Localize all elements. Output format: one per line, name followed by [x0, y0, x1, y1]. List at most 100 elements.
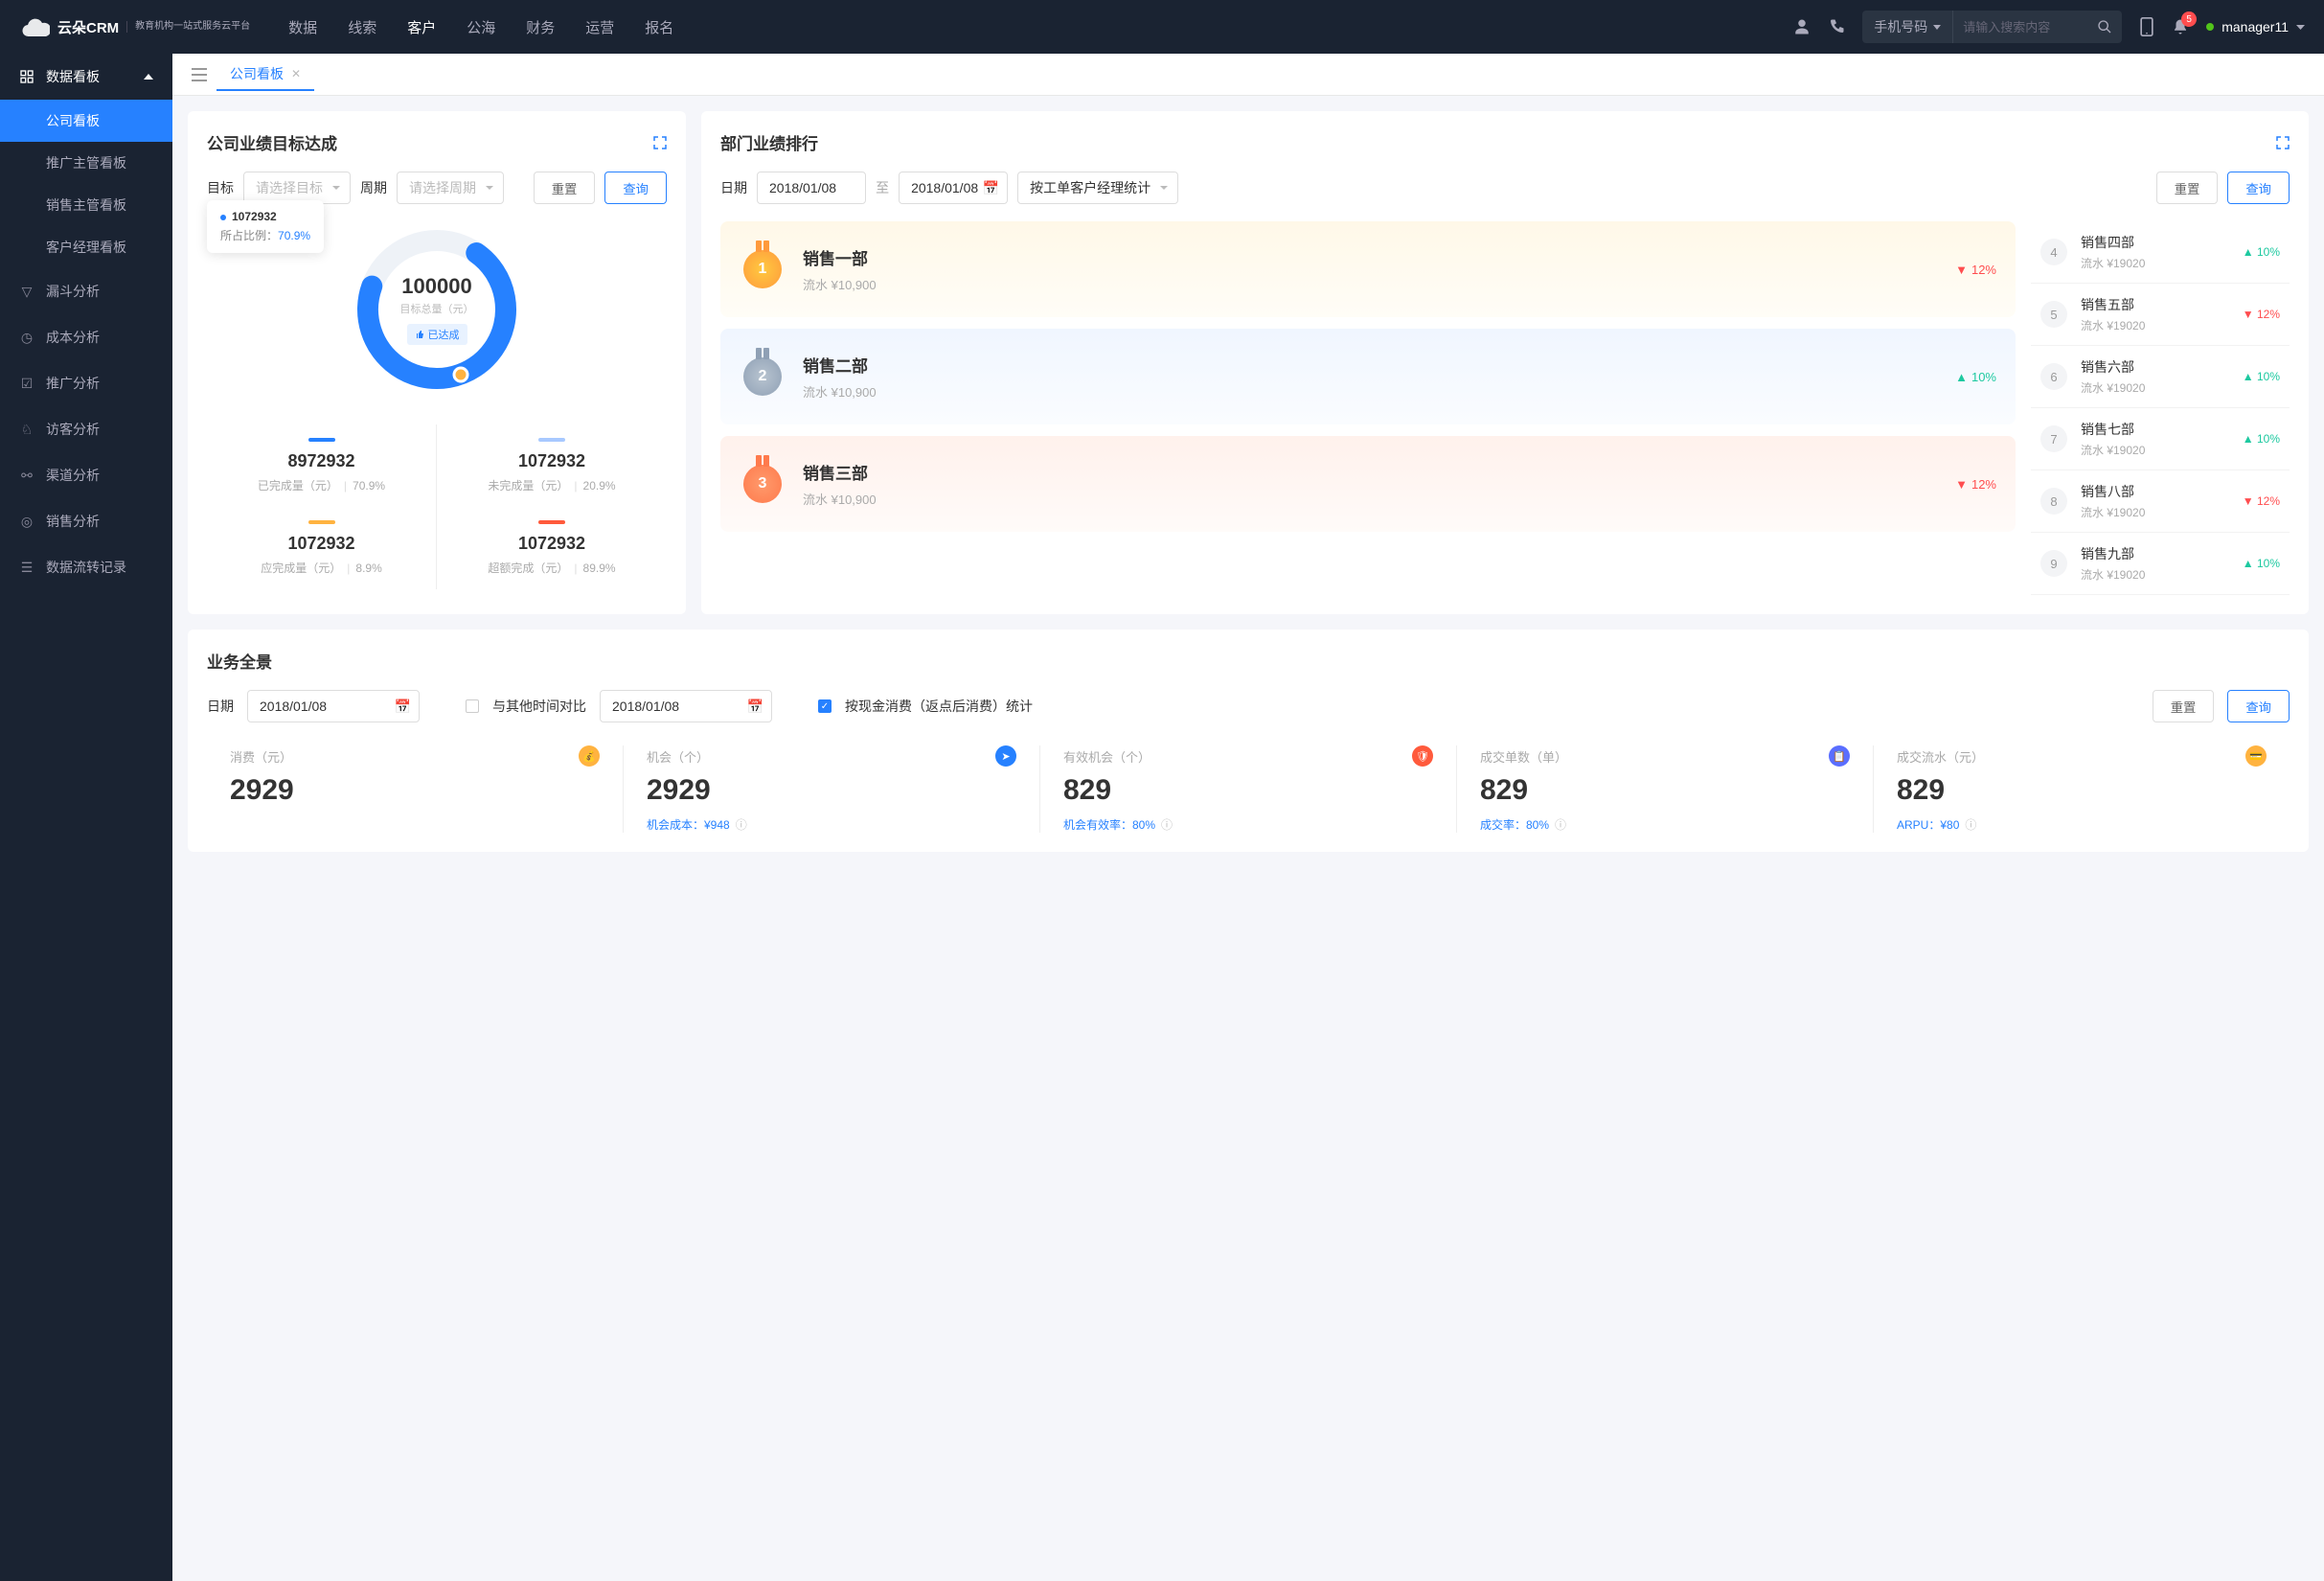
sidebar-item[interactable]: ♘访客分析 [0, 406, 172, 452]
target-select[interactable]: 请选择目标 [243, 172, 351, 204]
mode-select[interactable]: 按工单客户经理统计 [1017, 172, 1178, 204]
overview-card: 业务全景 日期 2018/01/08📅 与其他时间对比 2018/01/08📅 … [188, 630, 2309, 852]
notification-bell[interactable]: 5 [2172, 17, 2189, 36]
expand-icon[interactable] [653, 136, 667, 149]
date-label: 日期 [720, 178, 747, 197]
chevron-down-icon [2296, 25, 2305, 30]
tabbar: 公司看板 ✕ [172, 54, 2324, 96]
sidebar-icon: ☰ [19, 560, 34, 576]
calendar-icon: 📅 [395, 699, 411, 715]
rank-top-item[interactable]: 2销售二部流水 ¥10,900▲10% [720, 329, 2016, 424]
dashboard-icon [19, 69, 34, 84]
date-input[interactable]: 2018/01/08📅 [247, 690, 420, 722]
period-select[interactable]: 请选择周期 [397, 172, 504, 204]
overview-cell: 有效机会（个）🛡829机会有效率：80% ⓘ [1040, 745, 1457, 833]
metric-icon: 💰 [579, 745, 600, 767]
rank-row[interactable]: 4销售四部流水 ¥19020▲ 10% [2031, 221, 2290, 284]
sidebar-sub-item[interactable]: 销售主管看板 [0, 184, 172, 226]
search-button[interactable] [2087, 19, 2122, 34]
logo-icon [19, 13, 50, 40]
sidebar-icon: ▽ [19, 284, 34, 300]
expand-icon[interactable] [2276, 136, 2290, 149]
topnav-item[interactable]: 运营 [585, 17, 614, 37]
chevron-down-icon [1933, 25, 1941, 30]
search-input[interactable] [1953, 20, 2087, 34]
sidebar-icon: ♘ [19, 422, 34, 438]
compare-label: 与其他时间对比 [492, 697, 586, 716]
stat-cell: 1072932应完成量（元）|8.9% [207, 507, 437, 589]
chevron-up-icon [144, 74, 153, 80]
reset-button[interactable]: 重置 [534, 172, 596, 204]
rank-row[interactable]: 5销售五部流水 ¥19020▼ 12% [2031, 284, 2290, 346]
rank-row[interactable]: 9销售九部流水 ¥19020▲ 10% [2031, 533, 2290, 595]
date-label: 日期 [207, 697, 234, 716]
help-icon[interactable]: ⓘ [1965, 816, 1976, 833]
sidebar-group-dashboard[interactable]: 数据看板 [0, 54, 172, 100]
collapse-sidebar-button[interactable] [184, 68, 215, 81]
sidebar-sub-item[interactable]: 推广主管看板 [0, 142, 172, 184]
query-button[interactable]: 查询 [604, 172, 667, 204]
cash-checkbox[interactable]: ✓ [818, 699, 832, 713]
sidebar-item[interactable]: ☰数据流转记录 [0, 544, 172, 590]
overview-cell: 成交单数（单）📋829成交率：80% ⓘ [1457, 745, 1874, 833]
compare-date-input[interactable]: 2018/01/08📅 [600, 690, 772, 722]
metric-icon: 🛡 [1412, 745, 1433, 767]
reset-button[interactable]: 重置 [2153, 690, 2215, 722]
sidebar-icon: ◷ [19, 330, 34, 346]
donut-chart: 100000 目标总量（元） 已达成 [351, 223, 523, 396]
brand-name: 云朵CRM [57, 17, 119, 37]
rank-row[interactable]: 7销售七部流水 ¥19020▲ 10% [2031, 408, 2290, 470]
donut-label: 目标总量（元） [400, 301, 474, 316]
metric-icon: 📋 [1829, 745, 1850, 767]
query-button[interactable]: 查询 [2227, 172, 2290, 204]
sidebar-item[interactable]: ◷成本分析 [0, 314, 172, 360]
search-icon [2097, 19, 2112, 34]
rank-row[interactable]: 8销售八部流水 ¥19020▼ 12% [2031, 470, 2290, 533]
notification-badge: 5 [2181, 11, 2197, 27]
rank-title: 部门业绩排行 [720, 130, 818, 154]
sidebar-sub-item[interactable]: 公司看板 [0, 100, 172, 142]
topnav-item[interactable]: 公海 [467, 17, 495, 37]
calendar-icon: 📅 [983, 180, 999, 196]
sidebar-item[interactable]: ◎销售分析 [0, 498, 172, 544]
close-icon[interactable]: ✕ [291, 67, 301, 80]
date-from-input[interactable]: 2018/01/08 [757, 172, 866, 204]
user-menu[interactable]: manager11 [2206, 19, 2305, 34]
metric-icon: 💳 [2245, 745, 2267, 767]
overview-cell: 成交流水（元）💳829ARPU：¥80 ⓘ [1874, 745, 2290, 833]
sidebar-icon: ⚯ [19, 468, 34, 484]
search-type-select[interactable]: 手机号码 [1862, 11, 1953, 43]
reset-button[interactable]: 重置 [2156, 172, 2219, 204]
rank-top-item[interactable]: 3销售三部流水 ¥10,900▼12% [720, 436, 2016, 532]
cash-label: 按现金消费（返点后消费）统计 [845, 697, 1033, 716]
rank-row[interactable]: 6销售六部流水 ¥19020▲ 10% [2031, 346, 2290, 408]
date-to-input[interactable]: 2018/01/08📅 [899, 172, 1008, 204]
sidebar-item[interactable]: ▽漏斗分析 [0, 268, 172, 314]
help-icon[interactable]: ⓘ [1161, 816, 1173, 833]
person-icon[interactable] [1793, 18, 1811, 35]
goal-card: 公司业绩目标达成 目标 请选择目标 周期 请选择周期 重置 查询 [188, 111, 686, 614]
compare-checkbox[interactable] [466, 699, 479, 713]
topnav-item[interactable]: 线索 [348, 17, 376, 37]
ranking-card: 部门业绩排行 日期 2018/01/08 至 2018/01/08📅 按工单客户… [701, 111, 2309, 614]
sidebar-sub-item[interactable]: 客户经理看板 [0, 226, 172, 268]
help-icon[interactable]: ⓘ [1555, 816, 1566, 833]
sidebar-item[interactable]: ☑推广分析 [0, 360, 172, 406]
search-bar: 手机号码 [1862, 11, 2122, 43]
topnav-item[interactable]: 报名 [645, 17, 673, 37]
logo[interactable]: 云朵CRM 教育机构一站式服务云平台 [19, 13, 250, 40]
tab-company-dashboard[interactable]: 公司看板 ✕ [216, 58, 314, 91]
phone-icon[interactable] [1828, 18, 1845, 35]
topnav-item[interactable]: 财务 [526, 17, 555, 37]
topnav-item[interactable]: 客户 [407, 17, 436, 37]
mobile-icon[interactable] [2139, 17, 2154, 36]
rank-top-item[interactable]: 1销售一部流水 ¥10,900▼12% [720, 221, 2016, 317]
chart-tooltip: 1072932 所占比例：70.9% [207, 200, 324, 253]
sidebar-item[interactable]: ⚯渠道分析 [0, 452, 172, 498]
overview-title: 业务全景 [207, 649, 272, 673]
query-button[interactable]: 查询 [2227, 690, 2290, 722]
topnav-item[interactable]: 数据 [288, 17, 317, 37]
help-icon[interactable]: ⓘ [736, 816, 747, 833]
goal-title: 公司业绩目标达成 [207, 130, 337, 154]
main-area: 公司看板 ✕ 公司业绩目标达成 目标 请选择目标 周期 请选择周期 [172, 54, 2324, 1581]
